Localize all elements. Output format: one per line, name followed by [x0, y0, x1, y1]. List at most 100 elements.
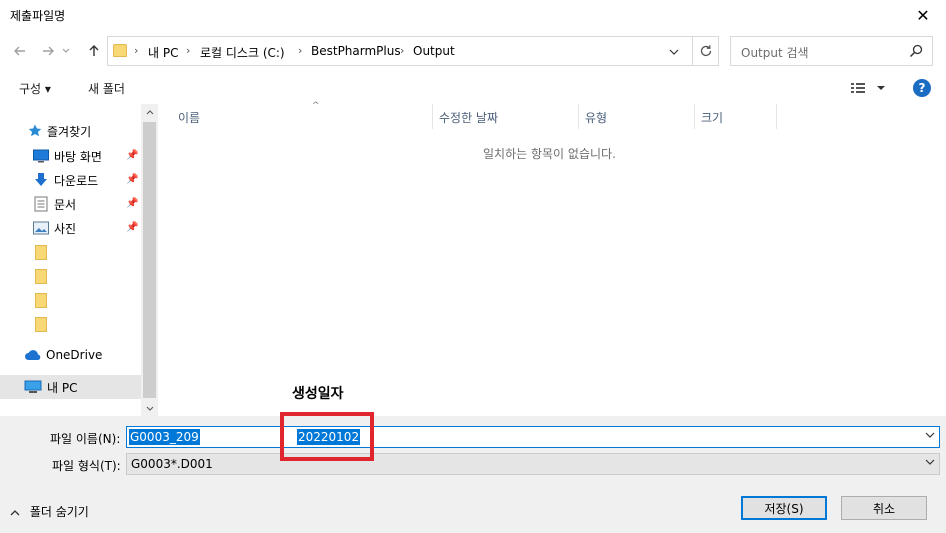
forward-arrow-icon	[43, 46, 54, 56]
pin-icon: 📌	[126, 198, 139, 209]
folder-icon	[113, 44, 127, 57]
column-header-name[interactable]: ^ 이름	[172, 101, 433, 129]
back-button[interactable]	[9, 40, 31, 62]
sidebar-item-folder[interactable]	[0, 264, 141, 288]
pictures-icon	[33, 221, 49, 235]
column-header-size[interactable]: 크기	[695, 104, 777, 129]
folder-icon	[35, 292, 47, 308]
window-title: 제출파일명	[10, 9, 66, 23]
sidebar-item-label: 내 PC	[47, 380, 78, 395]
sidebar-item-quick-access[interactable]: 즐겨찾기	[0, 119, 141, 143]
chevron-up-icon	[10, 510, 20, 516]
folder-icon	[35, 244, 47, 260]
breadcrumb-output[interactable]: Output	[413, 44, 455, 58]
view-options-icon[interactable]	[850, 80, 888, 96]
star-icon	[28, 124, 42, 137]
column-label: 유형	[585, 111, 608, 125]
command-bar: 구성 ▾ 새 폴더 ?	[0, 72, 946, 104]
sidebar-item-label: 사진	[54, 221, 77, 236]
sidebar-item-label: 문서	[54, 197, 77, 212]
cancel-button-label: 취소	[872, 501, 896, 516]
column-header-type[interactable]: 유형	[579, 104, 695, 129]
sidebar-item-pictures[interactable]: 사진 📌	[0, 216, 141, 240]
navigation-pane: 즐겨찾기 바탕 화면 📌 다운로드 📌 문서 📌 사진 📌 OneDrive 내…	[0, 104, 158, 416]
pin-icon: 📌	[126, 150, 139, 161]
breadcrumb-local-disk[interactable]: 로컬 디스크 (C:)	[200, 44, 285, 61]
sidebar-item-label: OneDrive	[46, 348, 103, 362]
address-dropdown-button[interactable]	[664, 42, 684, 62]
filetype-value: G0003*.D001	[131, 457, 213, 471]
sidebar-scrollbar[interactable]	[141, 104, 158, 416]
search-input[interactable]: Output 검색	[730, 36, 933, 66]
save-form-panel: 파일 이름(N): G0003_209 20220102 파일 형식(T): G…	[0, 416, 946, 533]
help-icon[interactable]: ?	[913, 79, 931, 97]
filetype-select[interactable]: G0003*.D001	[126, 453, 940, 475]
sidebar-item-folder[interactable]	[0, 312, 141, 336]
sidebar-item-downloads[interactable]: 다운로드 📌	[0, 168, 141, 192]
column-label: 크기	[701, 111, 724, 125]
sidebar-item-label: 즐겨찾기	[47, 124, 92, 139]
refresh-icon	[700, 45, 711, 57]
hide-folders-button[interactable]: 폴더 숨기기	[10, 503, 89, 520]
search-placeholder: Output 검색	[741, 46, 809, 60]
filename-part-1: G0003_209	[129, 429, 200, 445]
up-button[interactable]	[83, 40, 105, 62]
column-label: 이름	[178, 111, 201, 125]
filename-label: 파일 이름(N):	[50, 432, 121, 446]
column-header-modified[interactable]: 수정한 날짜	[433, 104, 579, 129]
filetype-label: 파일 형식(T):	[52, 459, 121, 473]
document-icon	[34, 196, 48, 212]
empty-message: 일치하는 항목이 없습니다.	[483, 147, 616, 161]
address-bar[interactable]: › 내 PC › 로컬 디스크 (C:) › BestPharmPlus › O…	[107, 36, 719, 66]
sidebar-item-this-pc[interactable]: 내 PC	[0, 375, 141, 399]
scroll-down-icon[interactable]	[141, 400, 158, 416]
column-label: 수정한 날짜	[439, 111, 499, 125]
new-folder-button[interactable]: 새 폴더	[88, 80, 125, 97]
chevron-right-icon: ›	[186, 44, 191, 57]
scroll-up-icon[interactable]	[141, 104, 158, 120]
recent-locations-button[interactable]	[59, 40, 73, 62]
save-button[interactable]: 저장(S)	[741, 496, 827, 520]
sidebar-item-documents[interactable]: 문서 📌	[0, 192, 141, 216]
annotation-highlight-box	[280, 412, 374, 461]
chevron-right-icon: ›	[298, 44, 303, 57]
computer-icon	[24, 380, 42, 393]
organize-menu[interactable]: 구성 ▾	[19, 80, 51, 97]
sidebar-item-folder[interactable]	[0, 240, 141, 264]
download-icon	[35, 173, 47, 186]
hide-folders-label: 폴더 숨기기	[29, 505, 89, 519]
close-button[interactable]: ✕	[900, 0, 946, 30]
search-icon	[909, 44, 923, 58]
chevron-down-icon[interactable]	[925, 430, 935, 441]
navigation-bar: › 내 PC › 로컬 디스크 (C:) › BestPharmPlus › O…	[0, 34, 946, 68]
desktop-icon	[33, 149, 49, 163]
cancel-button[interactable]: 취소	[841, 496, 927, 520]
save-button-label: 저장(S)	[764, 501, 804, 516]
scroll-thumb[interactable]	[143, 122, 156, 398]
breadcrumb-this-pc[interactable]: 내 PC	[148, 44, 178, 61]
sidebar-item-folder[interactable]	[0, 288, 141, 312]
folder-icon	[35, 268, 47, 284]
up-arrow-icon	[89, 45, 99, 56]
sidebar-item-desktop[interactable]: 바탕 화면 📌	[0, 144, 141, 168]
chevron-down-icon	[62, 48, 70, 53]
filename-input[interactable]: G0003_209 20220102	[126, 426, 940, 448]
chevron-right-icon: ›	[134, 44, 139, 57]
chevron-down-icon	[925, 457, 935, 468]
chevron-down-icon	[669, 49, 679, 55]
sidebar-item-onedrive[interactable]: OneDrive	[0, 343, 141, 367]
back-arrow-icon	[14, 46, 25, 56]
pin-icon: 📌	[126, 222, 139, 233]
pin-icon: 📌	[126, 174, 139, 185]
folder-icon	[35, 316, 47, 332]
sidebar-item-label: 바탕 화면	[54, 149, 102, 164]
sidebar-item-label: 다운로드	[54, 173, 99, 188]
chevron-right-icon: ›	[400, 44, 405, 57]
forward-button[interactable]	[37, 40, 59, 62]
sort-up-icon: ^	[312, 101, 320, 111]
refresh-button[interactable]	[692, 37, 718, 65]
cloud-icon	[25, 350, 41, 360]
close-icon: ✕	[916, 5, 930, 25]
breadcrumb-bestpharmplus[interactable]: BestPharmPlus	[311, 44, 401, 58]
annotation-label: 생성일자	[292, 386, 344, 402]
